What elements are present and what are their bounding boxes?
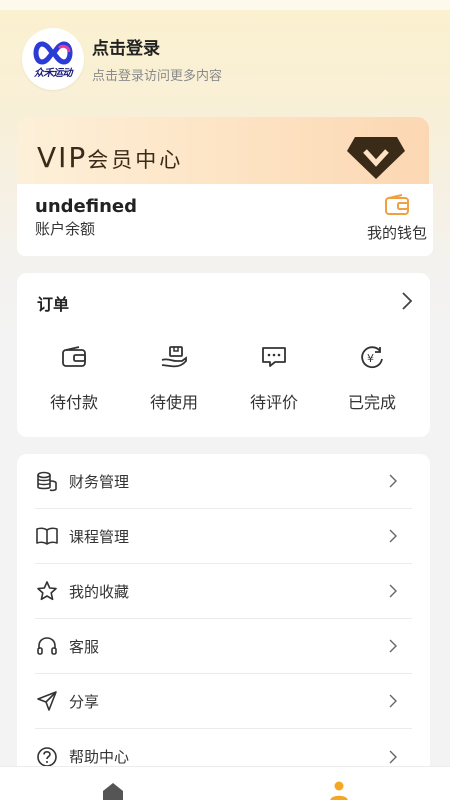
menu-item-label: 客服 — [69, 637, 100, 656]
menu-item-favorites[interactable]: 我的收藏 — [35, 564, 412, 619]
menu-item-course[interactable]: 课程管理 — [35, 509, 412, 564]
chevron-right-icon — [389, 474, 397, 488]
vip-title: VIP会员中心 — [37, 141, 183, 174]
home-icon — [103, 783, 123, 800]
settings-menu: 财务管理 课程管理 我的收藏 客服 分享 帮助中心 — [17, 454, 430, 784]
bottom-tab-bar — [0, 766, 450, 800]
order-label: 待付款 — [49, 393, 98, 412]
infinity-logo-icon — [33, 40, 73, 65]
comment-icon — [262, 347, 286, 367]
chevron-right-icon — [389, 694, 397, 708]
menu-item-label: 我的收藏 — [69, 582, 130, 601]
hand-box-icon — [161, 346, 187, 368]
balance-label: 账户余额 — [35, 220, 96, 238]
brand-name: 众禾运动 — [34, 67, 73, 79]
login-subtitle: 点击登录访问更多内容 — [92, 69, 223, 84]
svg-text:¥: ¥ — [367, 352, 374, 365]
profile-header[interactable]: 众禾运动 点击登录 点击登录访问更多内容 — [22, 28, 222, 90]
menu-item-share[interactable]: 分享 — [35, 674, 412, 729]
menu-item-label: 分享 — [69, 692, 100, 711]
my-wallet-label: 我的钱包 — [366, 224, 427, 242]
order-label: 待使用 — [149, 393, 198, 412]
chevron-right-icon — [389, 529, 397, 543]
order-pending-payment[interactable]: 待付款 — [29, 345, 119, 413]
chevron-right-icon[interactable] — [400, 290, 414, 312]
tab-mine[interactable] — [327, 781, 351, 800]
chevron-right-icon — [389, 750, 397, 763]
status-bar — [0, 0, 450, 10]
chevron-right-icon — [389, 639, 397, 653]
vip-center-banner[interactable]: VIP会员中心 — [17, 117, 429, 189]
vip-title-cn: 会员中心 — [87, 148, 184, 172]
vip-title-latin: VIP — [37, 141, 88, 174]
yen-refresh-icon: ¥ — [361, 346, 383, 369]
star-icon — [35, 579, 59, 603]
orders-card: 订单 待付款 待使用 待评价 ¥ 已完成 — [17, 273, 430, 437]
coins-icon — [35, 469, 59, 493]
order-label: 待评价 — [249, 393, 298, 412]
user-icon — [330, 781, 348, 800]
book-icon — [35, 524, 59, 548]
my-page: 众禾运动 点击登录 点击登录访问更多内容 VIP会员中心 undefined 账… — [0, 0, 450, 800]
order-pending-review[interactable]: 待评价 — [229, 345, 319, 413]
balance-card: undefined 账户余额 我的钱包 — [17, 184, 433, 256]
profile-text[interactable]: 点击登录 点击登录访问更多内容 — [92, 34, 222, 84]
order-completed[interactable]: ¥ 已完成 — [327, 345, 417, 413]
menu-item-label: 帮助中心 — [69, 748, 130, 766]
menu-item-customer-service[interactable]: 客服 — [35, 619, 412, 674]
wallet-icon — [62, 346, 86, 367]
send-icon — [35, 689, 59, 713]
my-wallet-button[interactable]: 我的钱包 — [361, 194, 433, 243]
login-title[interactable]: 点击登录 — [92, 34, 222, 59]
chevron-right-icon — [389, 584, 397, 598]
order-pending-use[interactable]: 待使用 — [129, 345, 219, 413]
menu-item-label: 财务管理 — [69, 472, 130, 491]
menu-item-label: 课程管理 — [69, 527, 130, 546]
help-icon — [35, 745, 59, 769]
tab-home[interactable] — [101, 781, 125, 800]
avatar[interactable]: 众禾运动 — [22, 28, 84, 90]
orders-title: 订单 — [37, 295, 70, 314]
menu-item-finance[interactable]: 财务管理 — [35, 454, 412, 509]
balance-value: undefined — [35, 196, 137, 217]
headphones-icon — [35, 634, 59, 658]
wallet-icon — [385, 194, 409, 215]
order-label: 已完成 — [347, 393, 396, 412]
diamond-badge-icon — [347, 137, 405, 179]
